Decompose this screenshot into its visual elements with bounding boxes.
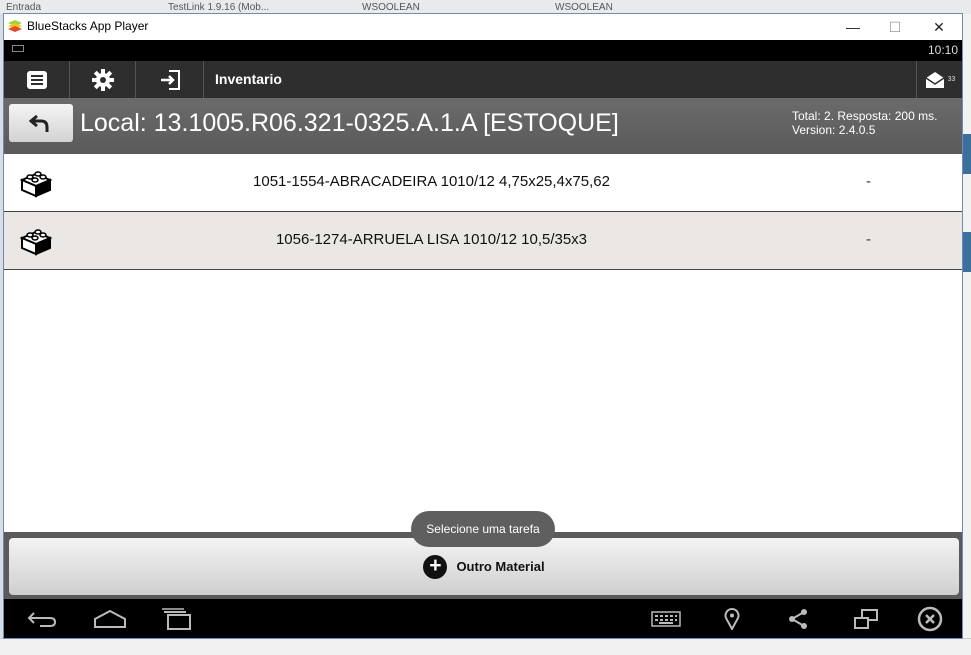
status-time: 10:10 bbox=[927, 43, 958, 57]
share-icon bbox=[789, 609, 807, 629]
mail-icon bbox=[925, 71, 945, 88]
close-circle-icon bbox=[917, 606, 943, 632]
share-button[interactable] bbox=[778, 605, 818, 633]
bluestacks-logo-icon bbox=[8, 20, 22, 32]
back-nav-button[interactable] bbox=[22, 605, 62, 633]
back-button[interactable] bbox=[9, 104, 73, 142]
item-name: 1056-1274-ARRUELA LISA 1010/12 10,5/35x3 bbox=[275, 231, 588, 248]
minimize-button[interactable]: — bbox=[830, 14, 876, 40]
gear-icon bbox=[91, 68, 114, 91]
action-bar: Inventario 33 bbox=[4, 61, 962, 98]
multi-window-button[interactable] bbox=[846, 605, 886, 633]
location-button[interactable] bbox=[712, 605, 752, 633]
home-icon bbox=[94, 609, 126, 628]
maximize-button[interactable]: ☐ bbox=[872, 14, 918, 40]
location-label: Local: 13.1005.R06.321-0325.A.1.A [ESTOQ… bbox=[80, 109, 619, 137]
android-nav-bar bbox=[4, 599, 962, 638]
undo-arrow-icon bbox=[29, 114, 49, 132]
item-name: 1051-1554-ABRACADEIRA 1010/12 4,75x25,4x… bbox=[253, 173, 610, 190]
multi-window-icon bbox=[854, 609, 878, 629]
recents-icon bbox=[162, 608, 191, 630]
material-list: 1051-1554-ABRACADEIRA 1010/12 4,75x25,4x… bbox=[4, 154, 962, 270]
recents-nav-button[interactable] bbox=[156, 605, 196, 633]
screen-title: Inventario bbox=[215, 71, 282, 87]
lego-brick-icon bbox=[19, 171, 53, 198]
back-icon bbox=[27, 612, 57, 627]
total-info: Total: 2. Resposta: 200 ms. bbox=[792, 109, 938, 123]
outro-material-label: Outro Material bbox=[456, 559, 545, 574]
location-icon bbox=[724, 608, 740, 630]
bluestacks-window: BlueStacks App Player — ☐ ✕ 10:10 Invent… bbox=[3, 13, 963, 639]
lego-brick-icon bbox=[19, 229, 53, 256]
window-title: BlueStacks App Player bbox=[27, 19, 149, 33]
item-value: - bbox=[866, 231, 871, 248]
messages-button[interactable]: 33 bbox=[916, 61, 962, 98]
login-icon bbox=[160, 69, 180, 90]
login-button[interactable] bbox=[136, 61, 204, 98]
version-info: Version: 2.4.0.5 bbox=[792, 123, 876, 137]
toast-message: Selecione uma tarefa bbox=[411, 511, 555, 547]
background-browser-tabs: Entrada TestLink 1.9.16 (Mob... WSOOLEAN… bbox=[0, 0, 971, 14]
android-screen: 10:10 Inventario 33 Local: 13.1005.R06.3… bbox=[4, 40, 962, 638]
plus-circle-icon: + bbox=[423, 554, 448, 579]
status-bar: 10:10 bbox=[4, 40, 962, 61]
location-bar: Local: 13.1005.R06.321-0325.A.1.A [ESTOQ… bbox=[4, 98, 962, 154]
settings-button[interactable] bbox=[70, 61, 136, 98]
keyboard-icon bbox=[651, 611, 681, 627]
window-titlebar[interactable]: BlueStacks App Player — ☐ ✕ bbox=[4, 14, 962, 40]
list-item[interactable]: 1051-1554-ABRACADEIRA 1010/12 4,75x25,4x… bbox=[4, 154, 962, 212]
keyboard-status-icon bbox=[12, 45, 24, 52]
menu-icon bbox=[26, 70, 47, 89]
background-page-bottom bbox=[0, 638, 971, 655]
close-button[interactable]: ✕ bbox=[916, 14, 962, 40]
home-nav-button[interactable] bbox=[90, 605, 130, 633]
response-info: Total: 2. Resposta: 200 ms. Version: 2.4… bbox=[792, 109, 937, 137]
background-page-edge bbox=[963, 14, 971, 655]
item-value: - bbox=[866, 173, 871, 190]
list-item[interactable]: 1056-1274-ARRUELA LISA 1010/12 10,5/35x3… bbox=[4, 212, 962, 270]
menu-button[interactable] bbox=[4, 61, 70, 98]
close-app-button[interactable] bbox=[910, 605, 950, 633]
keyboard-button[interactable] bbox=[646, 605, 686, 633]
mail-count-badge: 33 bbox=[947, 76, 956, 83]
